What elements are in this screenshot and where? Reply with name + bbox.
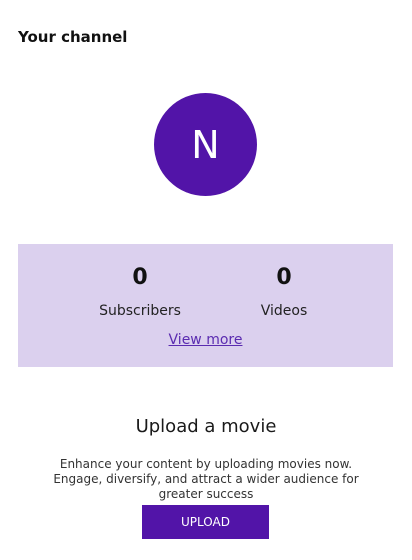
page-title: Your channel bbox=[18, 28, 128, 46]
upload-button[interactable]: UPLOAD bbox=[142, 505, 269, 539]
upload-title: Upload a movie bbox=[135, 416, 277, 437]
subscribers-stat: 0 Subscribers bbox=[80, 264, 200, 320]
subscribers-count: 0 bbox=[132, 265, 148, 290]
subscribers-label: Subscribers bbox=[99, 303, 181, 319]
avatar[interactable]: N bbox=[154, 93, 257, 196]
videos-count: 0 bbox=[276, 265, 292, 290]
videos-stat: 0 Videos bbox=[224, 264, 344, 320]
view-more-link[interactable]: View more bbox=[18, 332, 393, 348]
avatar-initial: N bbox=[191, 122, 220, 167]
videos-label: Videos bbox=[260, 303, 308, 319]
upload-description: Enhance your content by uploading movies… bbox=[53, 457, 359, 501]
channel-stats-card: 0 Subscribers 0 Videos View more bbox=[18, 244, 393, 367]
